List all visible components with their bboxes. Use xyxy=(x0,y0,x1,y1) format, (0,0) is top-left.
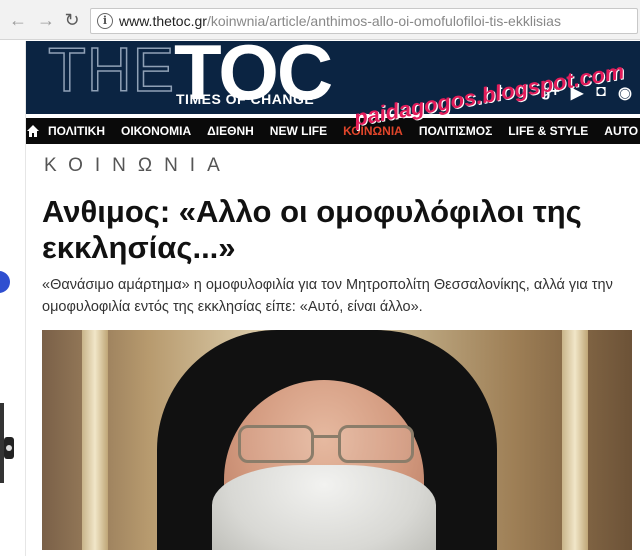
side-widget-icon[interactable] xyxy=(0,271,10,293)
photo-lens xyxy=(238,425,314,463)
photo-column xyxy=(82,330,108,550)
url-text[interactable]: www.thetoc.gr/koinwnia/article/anthimos-… xyxy=(119,13,561,29)
url-path: /koinwnia/article/anthimos-allo-oi-omofu… xyxy=(206,13,561,29)
photo-beard xyxy=(212,465,436,550)
rss-icon[interactable]: ◉ xyxy=(618,83,632,103)
article-headline: Ανθιμος: «Αλλο οι ομοφυλόφιλοι της εκκλη… xyxy=(42,194,582,265)
info-icon[interactable]: i xyxy=(97,13,113,29)
photo-column xyxy=(562,330,588,550)
photo-bridge xyxy=(314,435,340,438)
logo-tagline: TIMES OF CHANGE xyxy=(176,91,315,107)
nav-item-oikonomia[interactable]: ΟΙΚΟΝΟΜΙΑ xyxy=(113,124,199,138)
url-host: www.thetoc.gr xyxy=(119,13,207,29)
back-button[interactable]: ← xyxy=(8,10,28,30)
reload-icon: ↻ xyxy=(64,10,80,30)
article-photo xyxy=(42,330,632,550)
nav-item-diethni[interactable]: ΔΙΕΘΝΗ xyxy=(199,124,262,138)
nav-item-politismos[interactable]: ΠΟΛΙΤΙΣΜΟΣ xyxy=(411,124,500,138)
nav-item-politiki[interactable]: ΠΟΛΙΤΙΚΗ xyxy=(40,124,113,138)
logo-the[interactable]: THE xyxy=(47,41,175,106)
arrow-left-icon: ← xyxy=(9,10,27,30)
left-edge-panel xyxy=(0,41,26,556)
nav-item-new-life[interactable]: NEW LIFE xyxy=(262,124,335,138)
photo-glasses xyxy=(238,425,418,465)
arrow-right-icon: → xyxy=(37,10,55,30)
forward-button[interactable]: → xyxy=(36,10,56,30)
reload-button[interactable]: ↻ xyxy=(62,10,82,30)
article-lede: «Θανάσιμο αμάρτημα» η ομοφυλοφιλία για τ… xyxy=(42,277,613,315)
address-bar[interactable]: i www.thetoc.gr/koinwnia/article/anthimo… xyxy=(90,8,638,34)
category-nav: ΠΟΛΙΤΙΚΗ ΟΙΚΟΝΟΜΙΑ ΔΙΕΘΝΗ NEW LIFE ΚΟΙΝΩ… xyxy=(26,118,640,144)
browser-toolbar: ← → ↻ i www.thetoc.gr/koinwnia/article/a… xyxy=(0,0,640,40)
side-object-icon xyxy=(0,403,14,483)
photo-lens xyxy=(338,425,414,463)
nav-item-auto[interactable]: AUTO xyxy=(596,124,640,138)
section-label[interactable]: ΚΟΙΝΩΝΙΑ xyxy=(44,155,232,177)
nav-item-life-style[interactable]: LIFE & STYLE xyxy=(500,124,596,138)
home-icon[interactable] xyxy=(26,118,40,144)
